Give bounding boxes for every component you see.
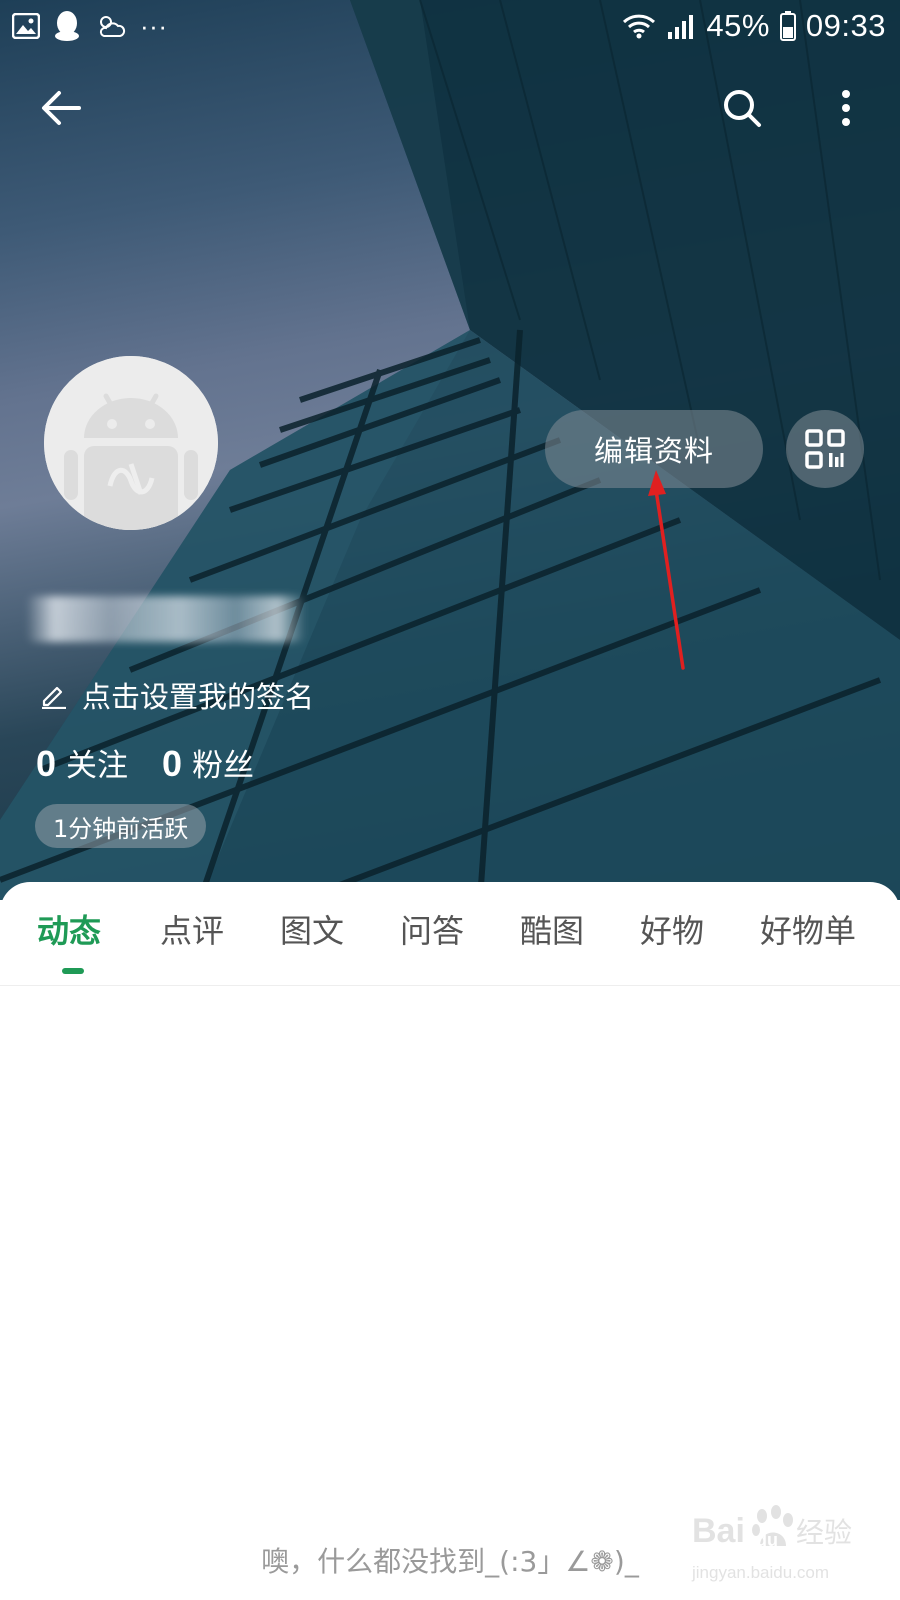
- battery-icon: [779, 11, 796, 41]
- svg-text:经验: 经验: [796, 1516, 852, 1549]
- pencil-icon: [42, 686, 66, 709]
- more-vert-icon: [842, 90, 850, 126]
- default-avatar-android-icon: [44, 356, 218, 530]
- qr-code-icon: [805, 429, 845, 469]
- gallery-notification-icon: [12, 13, 40, 39]
- following-count: 0: [36, 743, 57, 784]
- tab-cool-pics[interactable]: 酷图: [520, 906, 584, 952]
- active-tab-indicator: [62, 968, 84, 974]
- battery-percent: 45%: [706, 8, 770, 43]
- svg-text:jingyan.baidu.com: jingyan.baidu.com: [691, 1563, 829, 1582]
- qq-notification-icon: [55, 11, 79, 41]
- svg-text:Bai: Bai: [692, 1512, 745, 1550]
- search-button[interactable]: [710, 76, 774, 140]
- tab-goods-list[interactable]: 好物单: [760, 906, 856, 952]
- edit-profile-button[interactable]: 编辑资料: [545, 410, 763, 488]
- tab-qa[interactable]: 问答: [400, 906, 464, 952]
- weather-notification-icon: [99, 16, 126, 37]
- followers-label: 粉丝: [192, 748, 255, 784]
- tab-reviews[interactable]: 点评: [160, 906, 224, 952]
- status-bar: ··· 45% 09:33: [0, 0, 900, 54]
- tab-dynamics[interactable]: 动态: [37, 906, 101, 952]
- clock: 09:33: [805, 8, 886, 43]
- baidu-jingyan-watermark: Bai du 经验 jingyan.baidu.com: [691, 1505, 852, 1582]
- signature-row[interactable]: 点击设置我的签名: [40, 674, 314, 716]
- stats-row: 0 关注 0 粉丝: [36, 740, 254, 785]
- content-tabs: 动态 点评 图文 问答 酷图 好物 好物单: [0, 882, 900, 986]
- signature-placeholder: 点击设置我的签名: [82, 680, 315, 714]
- wifi-icon: [623, 14, 656, 39]
- more-notifications-dots: ···: [140, 10, 168, 41]
- back-arrow-icon: [42, 91, 81, 125]
- following-label: 关注: [66, 748, 129, 784]
- followers-count: 0: [162, 743, 183, 784]
- following-stat[interactable]: 0 关注: [36, 740, 128, 785]
- search-icon: [724, 90, 761, 127]
- back-button[interactable]: [29, 76, 93, 140]
- content-sheet: 动态 点评 图文 问答 酷图 好物 好物单 噢，什么都没找到_(:3」∠❁)_: [0, 882, 900, 1600]
- avatar[interactable]: [44, 356, 218, 530]
- active-status-badge: 1分钟前活跃: [35, 804, 207, 848]
- signal-icon: [668, 15, 694, 39]
- tab-articles[interactable]: 图文: [280, 906, 344, 952]
- username-blurred: [26, 596, 306, 642]
- qr-code-button[interactable]: [786, 410, 864, 488]
- tab-goods[interactable]: 好物: [640, 906, 704, 952]
- followers-stat[interactable]: 0 粉丝: [162, 740, 254, 785]
- svg-text:du: du: [756, 1530, 778, 1550]
- more-options-button[interactable]: [814, 76, 878, 140]
